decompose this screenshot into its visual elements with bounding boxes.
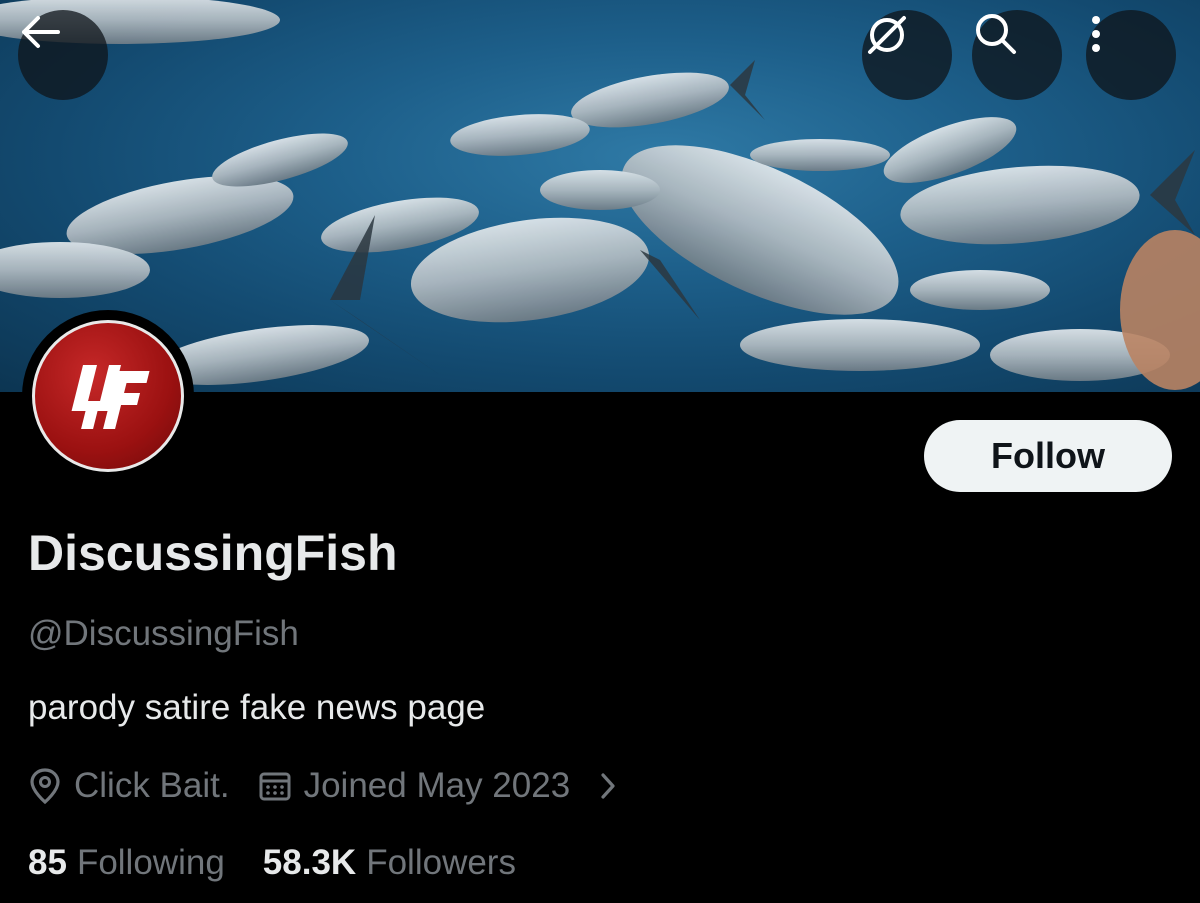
profile-banner[interactable] [0, 0, 1200, 392]
back-button[interactable] [18, 10, 108, 100]
username-handle: @DiscussingFish [28, 614, 299, 653]
follow-stats: 85 Following 58.3K Followers [28, 838, 516, 888]
followers-count: 58.3K [262, 843, 357, 882]
followers-label: Followers [366, 843, 516, 882]
profile-avatar[interactable] [22, 310, 194, 482]
follow-button[interactable]: Follow [924, 420, 1172, 492]
following-link[interactable]: 85 Following [28, 843, 225, 883]
profile-bio: parody satire fake news page [28, 688, 486, 727]
df-logo-icon [71, 365, 150, 429]
followers-link[interactable]: 58.3K Followers [263, 843, 516, 883]
following-label: Following [76, 843, 225, 882]
grok-button[interactable] [862, 10, 952, 100]
search-button[interactable] [972, 10, 1062, 100]
location-text: Click Bait. [74, 766, 230, 805]
chevron-right-icon[interactable] [598, 769, 618, 803]
following-count: 85 [28, 843, 67, 882]
joined-date: Joined May 2023 [303, 766, 571, 805]
location-pin-icon [28, 767, 62, 805]
more-options-button[interactable] [1086, 10, 1176, 100]
avatar-logo [32, 320, 184, 472]
follow-label: Follow [991, 435, 1105, 476]
calendar-icon [258, 769, 292, 803]
profile-meta: Click Bait. Joined May 2023 [28, 760, 630, 812]
display-name: DiscussingFish [28, 525, 398, 581]
